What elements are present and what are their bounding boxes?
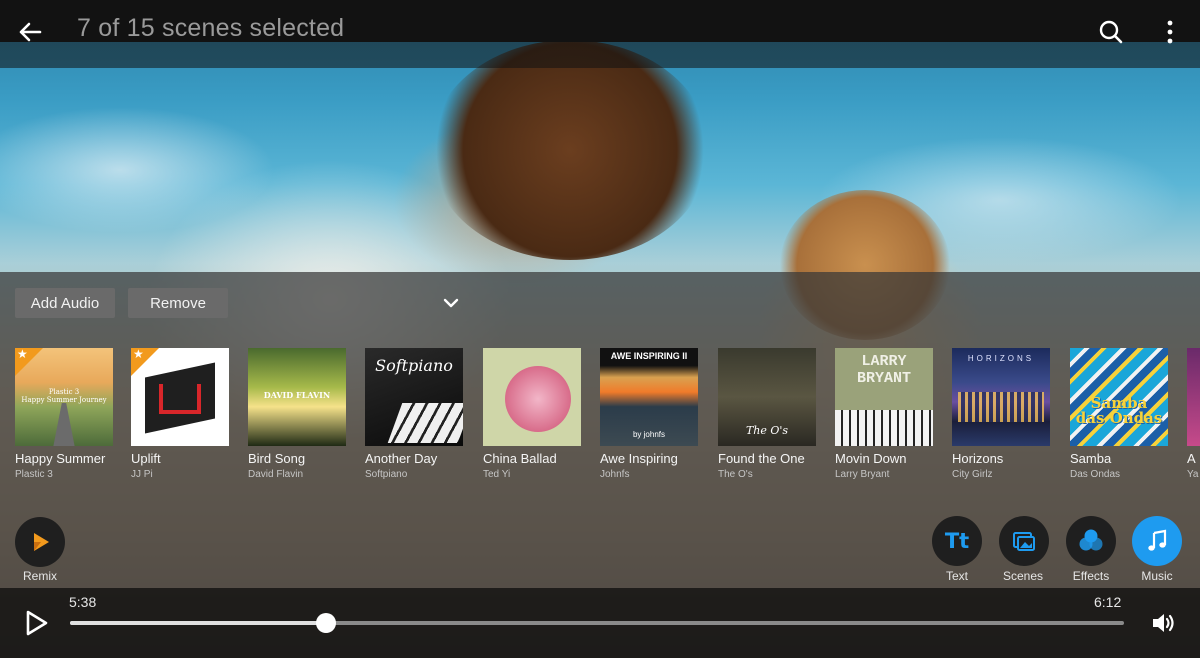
seek-progress <box>70 621 327 625</box>
track-artist: JJ Pi <box>131 469 153 480</box>
track-title: Another Day <box>365 451 438 466</box>
cover-title: Softpiano <box>375 356 453 375</box>
cover-title: LARRY BRYANT <box>856 353 911 387</box>
track-title: A <box>1187 451 1196 466</box>
remix-icon <box>34 533 49 551</box>
album-cover: DAVID FLAVIN <box>248 348 346 446</box>
track-title: Movin Down <box>835 451 907 466</box>
cover-title: DAVID FLAVIN <box>263 390 331 400</box>
track-artist: David Flavin <box>248 469 304 480</box>
music-tool-label: Music <box>1141 569 1173 583</box>
seek-bar[interactable] <box>70 613 1124 633</box>
remove-button[interactable]: Remove <box>128 288 228 318</box>
volume-button[interactable] <box>1150 609 1178 637</box>
chevron-down-icon <box>443 298 459 308</box>
effects-tool-button[interactable] <box>1066 516 1116 566</box>
track-artist: Johnfs <box>600 469 630 480</box>
cover-title: HORIZONS <box>967 354 1035 363</box>
album-cover: Samba das Ondas <box>1070 348 1168 446</box>
star-icon: ★ <box>133 348 144 361</box>
track-item[interactable]: DAVID FLAVIN Bird Song David Flavin <box>248 348 348 480</box>
album-cover: ★ <box>131 348 229 446</box>
track-item[interactable]: A Ya <box>1187 348 1200 480</box>
remix-button[interactable] <box>15 517 65 567</box>
add-audio-button[interactable]: Add Audio <box>15 288 115 318</box>
album-cover <box>1187 348 1200 446</box>
track-item[interactable]: Samba das Ondas Samba Das Ondas <box>1070 348 1170 480</box>
play-button[interactable] <box>22 609 50 637</box>
track-title: Bird Song <box>248 451 306 466</box>
album-cover: Plastic 3 Happy Summer Journey ★ <box>15 348 113 446</box>
volume-icon <box>1153 614 1174 632</box>
track-title: Awe Inspiring <box>600 451 678 466</box>
track-title: Happy Summer <box>15 451 106 466</box>
track-artist: City Girlz <box>952 469 993 480</box>
album-cover <box>483 348 581 446</box>
album-cover: LARRY BRYANT <box>835 348 933 446</box>
track-item[interactable]: Plastic 3 Happy Summer Journey ★ Happy Su… <box>15 348 115 480</box>
album-cover: The O's <box>718 348 816 446</box>
album-cover: HORIZONS <box>952 348 1050 446</box>
total-time: 6:12 <box>1094 594 1122 610</box>
track-title: China Ballad <box>483 451 557 466</box>
track-title: Horizons <box>952 451 1004 466</box>
audio-panel: Add Audio Remove Plastic 3 Happy Summer J… <box>0 272 1200 588</box>
cover-title: AWE INSPIRING II <box>610 351 688 361</box>
track-artist: Softpiano <box>365 469 408 480</box>
album-cover: Softpiano <box>365 348 463 446</box>
scenes-icon <box>1013 532 1035 551</box>
player-bar: 5:38 6:12 <box>0 588 1200 658</box>
star-icon: ★ <box>17 348 28 361</box>
track-item[interactable]: China Ballad Ted Yi <box>483 348 583 480</box>
arrow-left-icon <box>19 22 42 42</box>
track-item[interactable]: Softpiano Another Day Softpiano <box>365 348 465 480</box>
track-item[interactable]: The O's Found the One The O's <box>718 348 818 480</box>
current-time: 5:38 <box>69 594 97 610</box>
track-title: Samba <box>1070 451 1112 466</box>
track-item[interactable]: ★ Uplift JJ Pi <box>131 348 231 480</box>
track-artist: Das Ondas <box>1070 469 1121 480</box>
back-button[interactable] <box>14 16 46 48</box>
track-artist: Ya <box>1187 469 1199 480</box>
album-cover: AWE INSPIRING II by johnfs <box>600 348 698 446</box>
track-item[interactable]: LARRY BRYANT Movin Down Larry Bryant <box>835 348 935 480</box>
more-options-button[interactable] <box>1160 18 1180 46</box>
remix-label: Remix <box>22 569 57 583</box>
cover-title: The O's <box>745 424 789 437</box>
effects-icon <box>1079 529 1103 551</box>
cover-subtitle: by johnfs <box>632 430 666 439</box>
text-tool-button[interactable]: Tt <box>932 516 982 566</box>
text-icon: Tt <box>944 529 970 553</box>
track-item[interactable]: AWE INSPIRING II by johnfs Awe Inspiring… <box>600 348 700 480</box>
track-artist: Plastic 3 <box>15 469 53 480</box>
track-artist: The O's <box>718 469 753 480</box>
search-button[interactable] <box>1097 18 1125 46</box>
collapse-panel-button[interactable] <box>440 292 462 314</box>
music-tool-button[interactable] <box>1132 516 1182 566</box>
track-item[interactable]: HORIZONS Horizons City Girlz <box>952 348 1052 480</box>
play-icon <box>26 610 48 636</box>
cover-title: Samba das Ondas <box>1075 394 1163 427</box>
scenes-tool-button[interactable] <box>999 516 1049 566</box>
more-vertical-icon <box>1167 20 1173 44</box>
search-icon <box>1099 20 1123 44</box>
track-artist: Larry Bryant <box>835 469 890 480</box>
track-title: Found the One <box>718 451 805 466</box>
cover-title: Plastic 3 Happy Summer Journey <box>21 388 107 404</box>
page-title: 7 of 15 scenes selected <box>77 14 345 42</box>
track-artist: Ted Yi <box>483 469 511 480</box>
seek-handle[interactable] <box>316 613 337 633</box>
music-note-icon <box>1148 529 1167 551</box>
track-title: Uplift <box>131 451 161 466</box>
